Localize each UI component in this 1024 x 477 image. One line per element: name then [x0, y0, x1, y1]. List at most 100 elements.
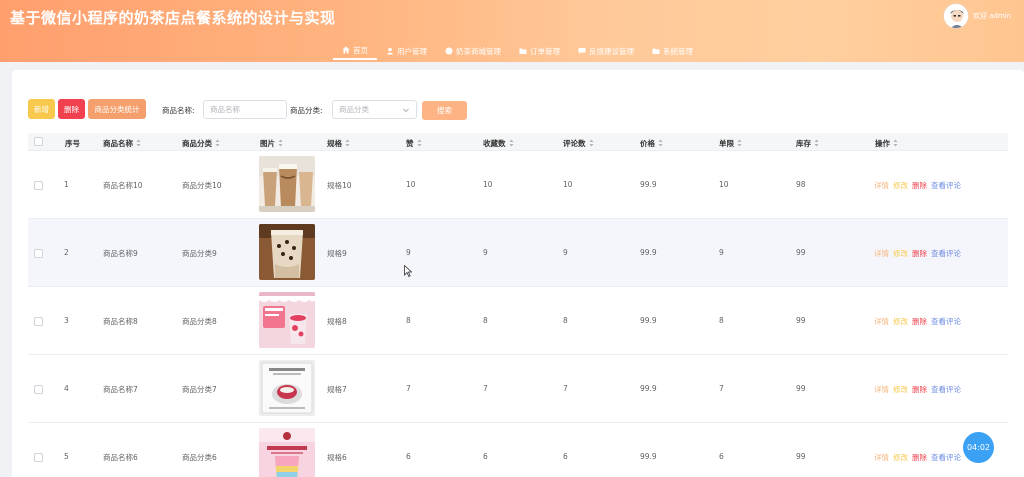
product-image[interactable]	[259, 360, 315, 416]
col-limit[interactable]: 单限	[719, 138, 742, 149]
delete-link[interactable]: 删除	[912, 316, 927, 327]
detail-link[interactable]: 详情	[874, 180, 889, 191]
search-button[interactable]: 搜索	[422, 101, 467, 120]
cell-category: 商品分类6	[182, 453, 217, 462]
sort-icon	[737, 139, 742, 147]
cell-limit: 9	[719, 248, 724, 257]
col-favorites[interactable]: 收藏数	[483, 138, 514, 149]
cell-no: 3	[64, 316, 69, 325]
category-select[interactable]: 商品分类	[332, 100, 417, 119]
row-checkbox[interactable]	[34, 317, 43, 326]
cell-price: 99.9	[640, 384, 657, 393]
category-stats-button[interactable]: 商品分类统计	[88, 99, 146, 119]
col-category[interactable]: 商品分类	[182, 138, 220, 149]
nav-shop[interactable]: 奶茶商城管理	[436, 42, 510, 60]
chevron-down-icon	[402, 106, 410, 114]
view-reviews-link[interactable]: 查看评论	[931, 452, 961, 463]
cell-comments: 8	[563, 316, 568, 325]
col-image-label: 图片	[260, 139, 275, 148]
cell-name: 商品名称8	[103, 317, 138, 326]
nav-users[interactable]: 用户管理	[377, 42, 436, 60]
cell-comments: 10	[563, 180, 573, 189]
view-reviews-link[interactable]: 查看评论	[931, 316, 961, 327]
cell-favorites: 9	[483, 248, 488, 257]
col-category-label: 商品分类	[182, 139, 212, 148]
cell-comments: 9	[563, 248, 568, 257]
edit-link[interactable]: 修改	[893, 316, 908, 327]
row-checkbox[interactable]	[34, 181, 43, 190]
product-image[interactable]	[259, 224, 315, 280]
cell-favorites: 8	[483, 316, 488, 325]
nav-orders-label: 订单管理	[530, 46, 560, 56]
edit-link[interactable]: 修改	[893, 180, 908, 191]
detail-link[interactable]: 详情	[874, 316, 889, 327]
row-checkbox[interactable]	[34, 249, 43, 258]
sort-icon	[589, 139, 593, 147]
sort-icon	[345, 139, 350, 147]
col-actions[interactable]: 操作	[875, 138, 898, 149]
app-title: 基于微信小程序的奶茶店点餐系统的设计与实现	[10, 9, 336, 27]
cell-price: 99.9	[640, 180, 657, 189]
view-reviews-link[interactable]: 查看评论	[931, 384, 961, 395]
cell-likes: 6	[406, 452, 411, 461]
cell-no: 5	[64, 452, 69, 461]
add-button[interactable]: 新增	[28, 99, 55, 119]
table-row: 2 商品名称9 商品分类9 规格9 9 9 9 99.9 9 99 详情 修改 …	[28, 219, 1008, 287]
main-nav: 首页 用户管理 奶茶商城管理 订单管理 反馈建议管理 系统管理	[333, 42, 702, 62]
mouse-cursor-icon	[404, 265, 412, 277]
nav-orders[interactable]: 订单管理	[510, 42, 569, 60]
col-likes-label: 赞	[406, 139, 414, 148]
product-name-label: 商品名称:	[162, 106, 195, 115]
nav-home-label: 首页	[353, 45, 368, 55]
col-image[interactable]: 图片	[260, 138, 283, 149]
detail-link[interactable]: 详情	[874, 452, 889, 463]
col-comments[interactable]: 评论数	[563, 138, 594, 149]
product-image[interactable]	[259, 428, 315, 477]
delete-link[interactable]: 删除	[912, 384, 927, 395]
edit-link[interactable]: 修改	[893, 248, 908, 259]
cell-spec: 规格6	[327, 453, 347, 462]
cell-category: 商品分类8	[182, 317, 217, 326]
cell-stock: 99	[796, 316, 806, 325]
col-name[interactable]: 商品名称	[103, 138, 141, 149]
view-reviews-link[interactable]: 查看评论	[931, 248, 961, 259]
cell-stock: 98	[796, 180, 806, 189]
product-image[interactable]	[259, 156, 315, 212]
select-all-checkbox[interactable]	[34, 137, 43, 146]
row-checkbox[interactable]	[34, 385, 43, 394]
sort-icon	[893, 139, 898, 147]
product-name-input[interactable]: 商品名称	[203, 100, 287, 119]
category-placeholder: 商品分类	[339, 105, 369, 114]
delete-link[interactable]: 删除	[912, 180, 927, 191]
col-spec[interactable]: 规格	[327, 138, 350, 149]
col-no: 序号	[65, 139, 80, 148]
folder-icon	[519, 47, 527, 55]
sort-icon	[215, 139, 220, 147]
col-price-label: 价格	[640, 139, 655, 148]
col-likes[interactable]: 赞	[406, 138, 422, 149]
table-row: 3 商品名称8 商品分类8 规格8 8 8 8 99.9 8 99 详情 修改 …	[28, 287, 1008, 355]
cell-price: 99.9	[640, 316, 657, 325]
delete-button[interactable]: 删除	[58, 99, 85, 119]
edit-link[interactable]: 修改	[893, 384, 908, 395]
detail-link[interactable]: 详情	[874, 248, 889, 259]
cell-category: 商品分类10	[182, 181, 222, 190]
detail-link[interactable]: 详情	[874, 384, 889, 395]
row-checkbox[interactable]	[34, 453, 43, 462]
delete-link[interactable]: 删除	[912, 452, 927, 463]
top-header: 基于微信小程序的奶茶店点餐系统的设计与实现 欢迎 admin 首页 用户管理 奶…	[0, 0, 1024, 62]
view-reviews-link[interactable]: 查看评论	[931, 180, 961, 191]
nav-feedback[interactable]: 反馈建议管理	[569, 42, 643, 60]
product-image[interactable]	[259, 292, 315, 348]
nav-shop-label: 奶茶商城管理	[456, 46, 501, 56]
col-stock[interactable]: 库存	[796, 138, 819, 149]
delete-link[interactable]: 删除	[912, 248, 927, 259]
sort-icon	[658, 139, 663, 147]
floating-timer[interactable]: 04:02	[963, 432, 994, 463]
chat-icon	[578, 47, 586, 55]
admin-avatar[interactable]	[943, 3, 969, 29]
col-price[interactable]: 价格	[640, 138, 663, 149]
nav-home[interactable]: 首页	[333, 42, 377, 60]
edit-link[interactable]: 修改	[893, 452, 908, 463]
nav-system[interactable]: 系统管理	[643, 42, 702, 60]
